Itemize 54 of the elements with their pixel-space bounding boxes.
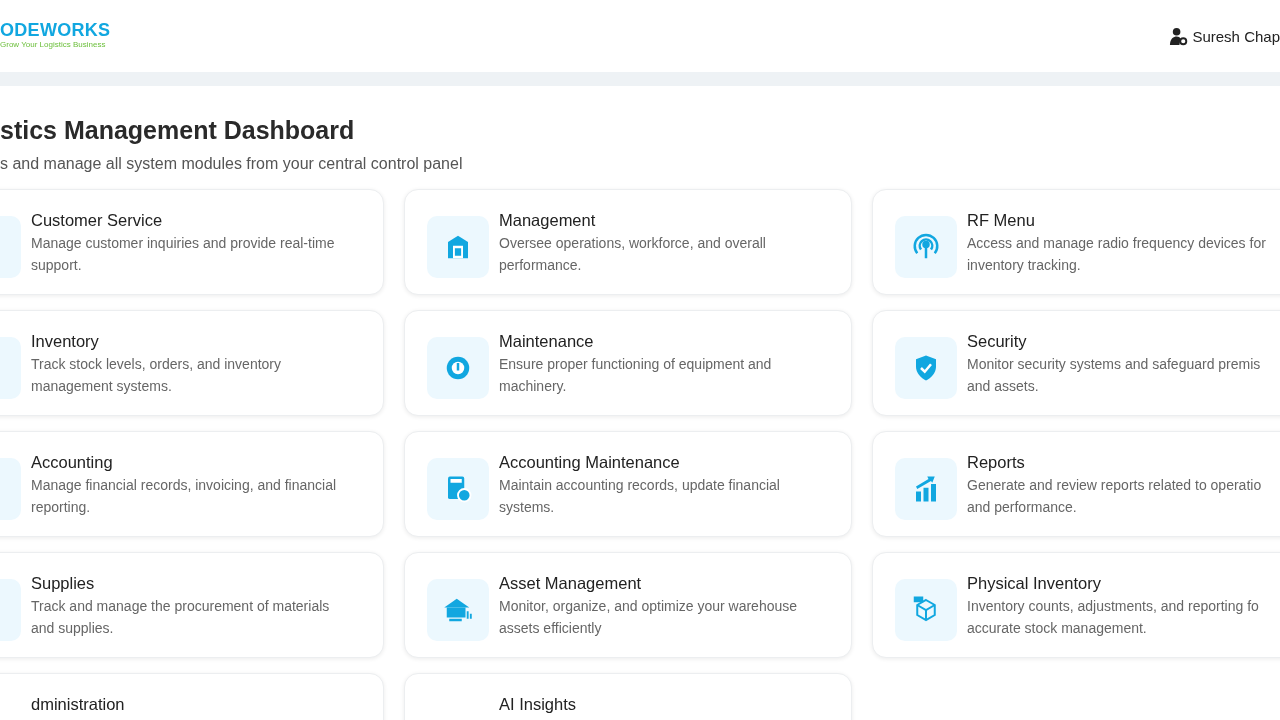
box-icon [895,579,957,641]
module-title: Asset Management [499,573,643,593]
calculator-icon [427,458,489,520]
module-description: Monitor security systems and safeguard premis and assets. [967,355,1262,396]
module-title: Inventory [31,331,100,351]
page-title: stics Management Dashboard [0,116,356,145]
module-card[interactable]: Maintenance Ensure proper functioning of equipment and machinery. [404,310,852,416]
page-subtitle: s and manage all system modules from your central control panel [0,155,464,173]
logo-wordmark: ODEWORKS [0,21,111,39]
module-description: Access and manage radio frequency devices for inventory tracking. [967,234,1267,275]
module-card[interactable]: Asset Management Monitor, organize, and optimize your warehouse assets efficiently [404,552,852,658]
house-icon [427,579,489,641]
module-title: Management [499,210,597,230]
module-card[interactable]: Management Oversee operations, workforce, and overall performance. [404,189,852,295]
module-card[interactable]: RF Menu Access and manage radio frequency devices for inventory tracking. [872,189,1280,295]
module-title: Reports [967,452,1026,472]
user-gear-icon[interactable] [1169,26,1189,46]
module-card[interactable]: Accounting Manage financial records, invoicing, and financial reporting. [0,431,384,537]
module-title: Security [967,331,1028,351]
module-title: RF Menu [967,210,1036,230]
module-card[interactable]: Customer Service Manage customer inquiries and provide real-time support. [0,189,384,295]
logo-tagline: Grow Your Logistics Business [0,41,107,49]
module-title: Maintenance [499,331,595,351]
warehouse-icon [427,216,489,278]
module-description: Inventory counts, adjustments, and reporting fo accurate stock management. [967,597,1260,638]
module-description: Monitor, organize, and optimize your warehouse assets efficiently [499,597,799,638]
module-description: Generate and review reports related to operatio and performance. [967,476,1263,517]
module-card[interactable]: Security Monitor security systems and safeguard premis and assets. [872,310,1280,416]
module-title: dministration [31,694,126,714]
module-description: Oversee operations, workforce, and overall performance. [499,234,767,275]
module-card[interactable]: Inventory Track stock levels, orders, and inventory management systems. [0,310,384,416]
module-card[interactable]: Supplies Track and manage the procurement of materials and supplies. [0,552,384,658]
module-title: Supplies [31,573,96,593]
module-title: Accounting [31,452,114,472]
module-description: Maintain accounting records, update financial systems. [499,476,781,517]
module-description: Track stock levels, orders, and inventory management systems. [31,355,283,396]
shield-icon [895,337,957,399]
module-card[interactable]: Reports Generate and review reports related to operatio and performance. [872,431,1280,537]
module-card[interactable]: AI Insights [404,673,852,720]
module-card[interactable]: Accounting Maintenance Maintain accounting records, update financial systems. [404,431,852,537]
module-description: Manage financial records, invoicing, and financial reporting. [31,476,338,517]
bar-chart-icon [895,458,957,520]
module-title: Physical Inventory [967,573,1102,593]
module-description: Track and manage the procurement of materials and supplies. [31,597,331,638]
module-card[interactable]: Physical Inventory Inventory counts, adjustments, and reporting fo accurate stock management. [872,552,1280,658]
antenna-icon [895,216,957,278]
user-name[interactable]: Suresh Chap [1192,27,1280,45]
module-title: Customer Service [31,210,164,230]
module-description: Manage customer inquiries and provide real-time support. [31,234,336,275]
module-card[interactable]: dministration [0,673,384,720]
module-title: AI Insights [499,694,578,714]
module-title: Accounting Maintenance [499,452,681,472]
module-description: Ensure proper functioning of equipment and machinery. [499,355,773,396]
gear-icon [427,337,489,399]
